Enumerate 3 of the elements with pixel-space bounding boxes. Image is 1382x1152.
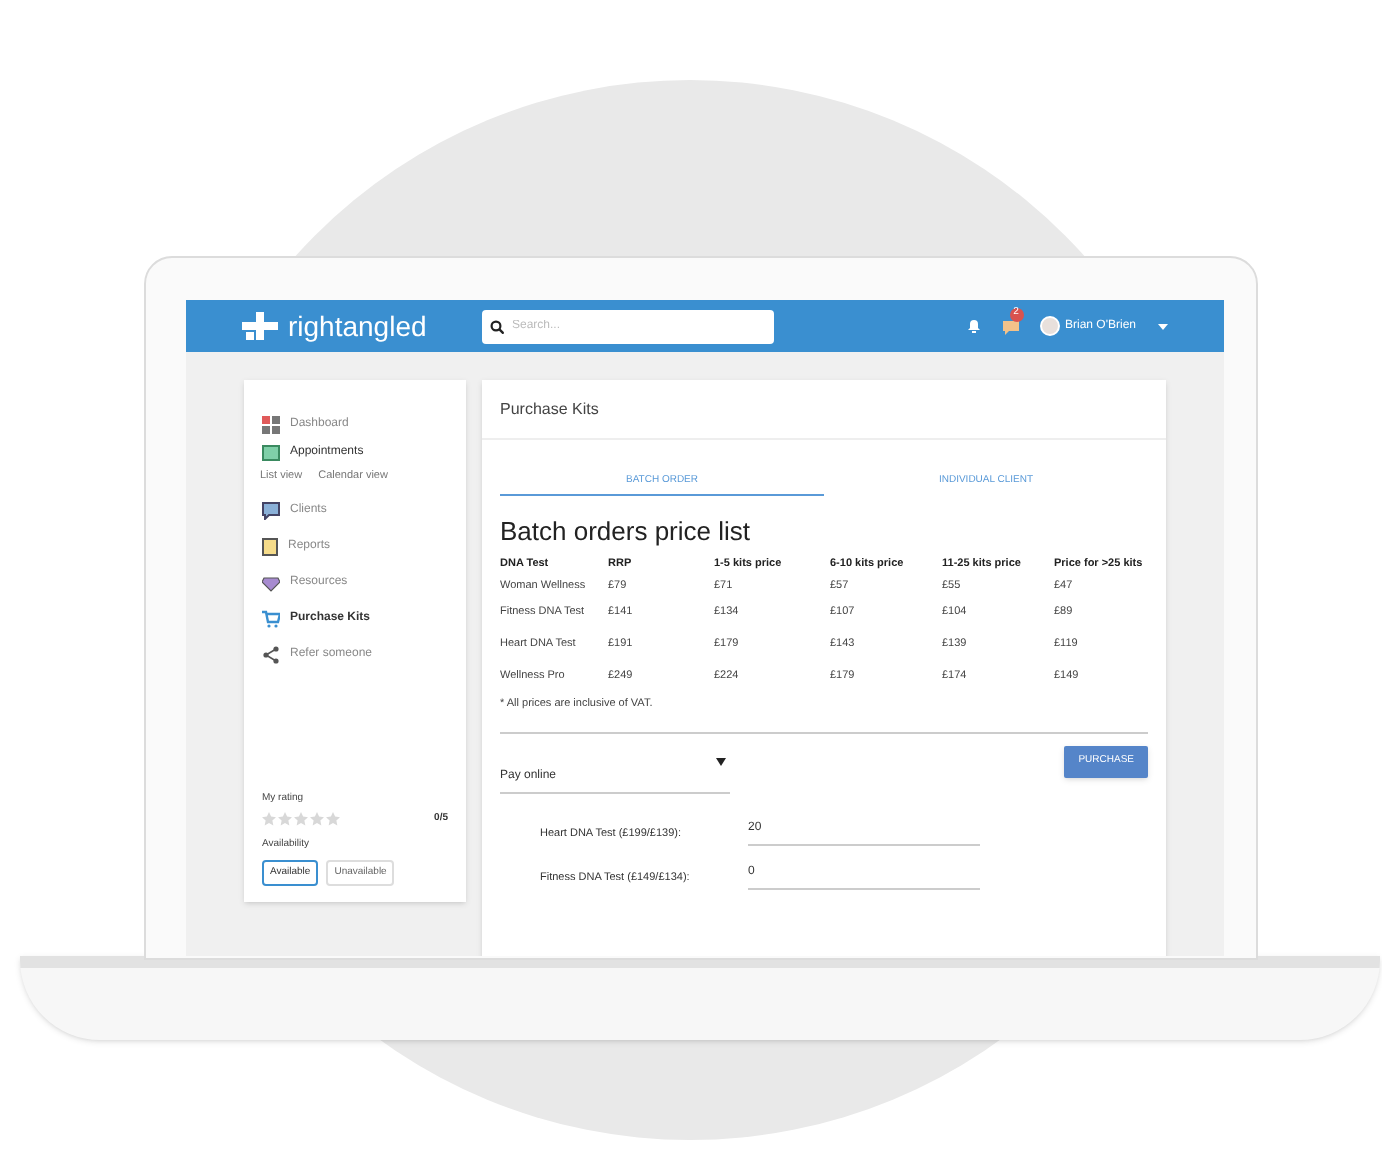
logo-text: rightangled (288, 307, 427, 346)
page-title: Purchase Kits (500, 397, 599, 421)
section-heading: Batch orders price list (500, 518, 752, 544)
